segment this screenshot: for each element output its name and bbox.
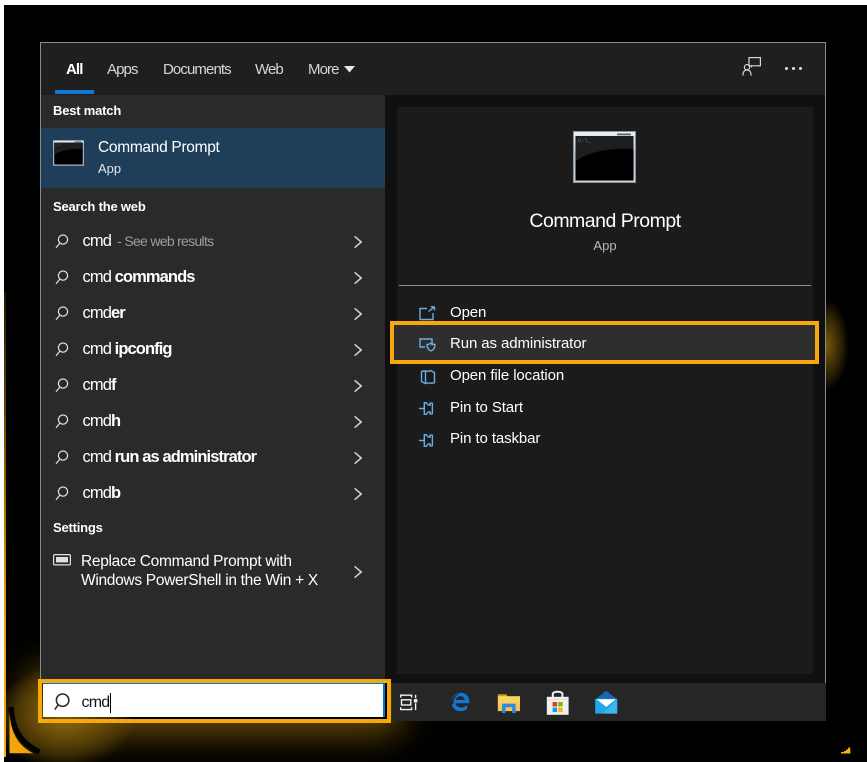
svg-text:C:\_: C:\_ <box>578 137 592 144</box>
svg-text:C:\_: C:\_ <box>55 143 62 147</box>
